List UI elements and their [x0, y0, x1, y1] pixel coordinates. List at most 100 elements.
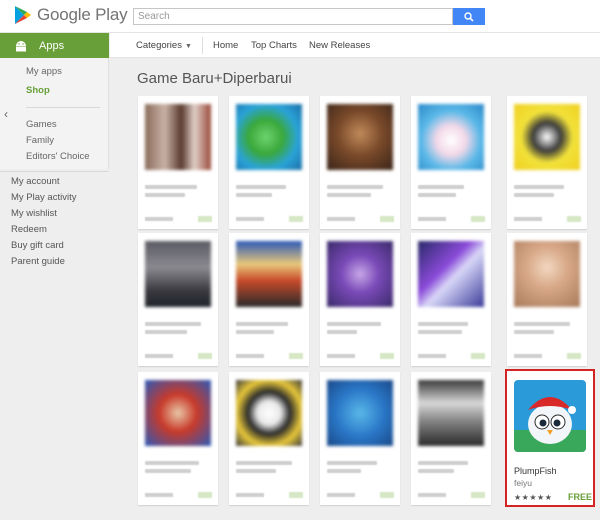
app-rating-placeholder — [418, 493, 446, 497]
app-title: PlumpFish — [514, 466, 557, 476]
app-card[interactable] — [138, 372, 218, 505]
google-play-logo-icon — [15, 6, 31, 24]
app-rating-placeholder — [514, 354, 542, 358]
nav-new-releases[interactable]: New Releases — [309, 40, 370, 51]
sidebar-item-redeem[interactable]: Redeem — [11, 224, 47, 235]
app-title-placeholder — [145, 461, 199, 465]
app-card[interactable] — [320, 96, 400, 229]
app-title-placeholder — [327, 461, 377, 465]
app-thumbnail — [327, 241, 393, 307]
search-button[interactable] — [453, 8, 485, 25]
app-title-placeholder — [418, 469, 454, 473]
app-title-placeholder — [514, 185, 564, 189]
android-icon — [16, 40, 26, 51]
app-price-placeholder — [567, 353, 581, 359]
app-card[interactable] — [507, 96, 587, 229]
app-card[interactable] — [320, 233, 400, 366]
app-title-placeholder — [327, 469, 361, 473]
app-thumbnail — [514, 241, 580, 307]
app-price-placeholder — [471, 492, 485, 498]
app-title-placeholder — [236, 322, 288, 326]
app-price-placeholder — [289, 216, 303, 222]
app-price-placeholder — [289, 353, 303, 359]
app-title-placeholder — [514, 193, 554, 197]
app-title-placeholder — [327, 193, 371, 197]
app-price-placeholder — [380, 492, 394, 498]
sidebar-item-my-play-activity[interactable]: My Play activity — [11, 192, 76, 203]
app-thumbnail — [145, 104, 211, 170]
app-title-placeholder — [514, 330, 554, 334]
app-card[interactable] — [229, 372, 309, 505]
categories-label: Categories — [136, 40, 182, 51]
app-price-placeholder — [198, 216, 212, 222]
app-price-button[interactable]: FREE — [568, 492, 592, 502]
app-title-placeholder — [327, 322, 381, 326]
app-title-placeholder — [418, 461, 468, 465]
categories-dropdown[interactable]: Categories ▼ — [136, 40, 192, 51]
app-thumbnail — [418, 241, 484, 307]
app-card[interactable] — [138, 233, 218, 366]
nav-home[interactable]: Home — [213, 40, 238, 51]
app-title-placeholder — [418, 330, 462, 334]
sidebar-item-my-wishlist[interactable]: My wishlist — [11, 208, 57, 219]
app-rating-placeholder — [418, 354, 446, 358]
chevron-left-icon[interactable]: ‹ — [4, 107, 8, 121]
google-play-logo[interactable]: Google Play — [14, 5, 128, 25]
sidebar-submenu: My apps Shop Games Family Editors' Choic… — [0, 58, 109, 169]
app-title-placeholder — [145, 322, 201, 326]
app-card[interactable] — [320, 372, 400, 505]
search-icon — [464, 11, 474, 22]
app-rating-stars: ★★★★★ — [514, 493, 553, 502]
top-nav: Categories ▼ Home Top Charts New Releases — [110, 33, 600, 58]
app-thumbnail — [236, 241, 302, 307]
app-card[interactable] — [507, 233, 587, 366]
app-card[interactable] — [138, 96, 218, 229]
app-thumbnail — [418, 104, 484, 170]
app-card[interactable] — [411, 233, 491, 366]
sidebar-item-editors-choice[interactable]: Editors' Choice — [26, 151, 90, 162]
sidebar-item-games[interactable]: Games — [26, 119, 57, 130]
sidebar-apps-tab[interactable]: Apps — [0, 33, 109, 58]
app-rating-placeholder — [236, 217, 264, 221]
app-title-placeholder — [145, 185, 197, 189]
app-card[interactable] — [229, 233, 309, 366]
app-rating-placeholder — [514, 217, 542, 221]
top-header: Google Play Search — [0, 0, 600, 33]
app-rating-placeholder — [145, 493, 173, 497]
sidebar-item-parent-guide[interactable]: Parent guide — [11, 256, 65, 267]
app-card[interactable] — [411, 372, 491, 505]
app-card[interactable] — [411, 96, 491, 229]
app-title-placeholder — [236, 461, 292, 465]
app-thumbnail — [418, 380, 484, 446]
sidebar-item-shop[interactable]: Shop — [26, 85, 50, 96]
sidebar-item-buy-gift-card[interactable]: Buy gift card — [11, 240, 64, 251]
search-input[interactable]: Search — [133, 8, 453, 25]
sidebar: Apps My apps Shop Games Family Editors' … — [0, 33, 109, 520]
app-card[interactable] — [229, 96, 309, 229]
app-thumbnail — [145, 241, 211, 307]
app-price-placeholder — [471, 353, 485, 359]
app-rating-placeholder — [327, 493, 355, 497]
app-thumbnail — [514, 104, 580, 170]
app-thumbnail — [236, 380, 302, 446]
app-thumbnail — [327, 380, 393, 446]
sidebar-item-family[interactable]: Family — [26, 135, 54, 146]
app-price-placeholder — [289, 492, 303, 498]
app-title-placeholder — [418, 322, 468, 326]
sidebar-item-my-apps[interactable]: My apps — [26, 66, 62, 77]
app-price-placeholder — [198, 492, 212, 498]
app-rating-placeholder — [327, 354, 355, 358]
app-rating-placeholder — [327, 217, 355, 221]
sidebar-item-my-account[interactable]: My account — [11, 176, 60, 187]
app-title-placeholder — [236, 185, 286, 189]
nav-top-charts[interactable]: Top Charts — [251, 40, 297, 51]
highlighted-app-card[interactable]: PlumpFish feiyu ★★★★★ FREE — [505, 369, 595, 507]
app-price-placeholder — [567, 216, 581, 222]
app-title-placeholder — [145, 330, 187, 334]
app-price-placeholder — [380, 353, 394, 359]
app-title-placeholder — [514, 322, 570, 326]
app-rating-placeholder — [145, 354, 173, 358]
app-price-placeholder — [471, 216, 485, 222]
app-title-placeholder — [327, 330, 357, 334]
app-developer[interactable]: feiyu — [514, 478, 532, 488]
